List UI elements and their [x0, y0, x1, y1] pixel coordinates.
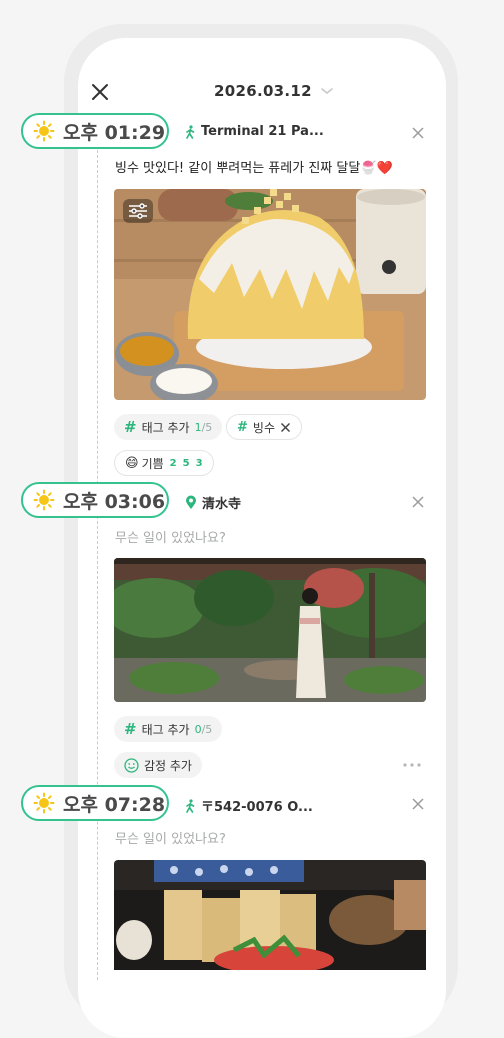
entry-text[interactable]: 빙수 맛있다! 같이 뿌려먹는 퓨레가 진짜 달달🍧❤️: [115, 157, 393, 176]
sun-icon: [33, 120, 55, 142]
chevron-down-icon: [321, 88, 333, 95]
date-selector[interactable]: 2026.03.12: [214, 82, 334, 100]
time-badge[interactable]: 오후 03:06: [21, 482, 169, 518]
temple-garden-photo: [114, 558, 426, 702]
time-badge[interactable]: 오후 07:28: [21, 785, 169, 821]
emotion-count: 3: [195, 457, 203, 469]
remove-tag-icon[interactable]: [280, 422, 291, 433]
add-emotion-label: 감정 추가: [144, 758, 192, 773]
location-label[interactable]: 清水寺: [185, 493, 241, 512]
tag-chip[interactable]: # 빙수: [226, 414, 302, 440]
time-label: 오후 07:28: [63, 793, 166, 816]
time-label: 오후 01:29: [63, 121, 166, 144]
delete-entry-icon[interactable]: [411, 495, 425, 509]
entry-text-placeholder[interactable]: 무슨 일이 있었나요?: [115, 527, 226, 546]
hash-icon: #: [124, 418, 137, 436]
close-icon[interactable]: [90, 82, 110, 102]
location-label[interactable]: Terminal 21 Pa...: [185, 124, 324, 139]
location-text: 清水寺: [202, 497, 242, 512]
location-text: 〒542-0076 O...: [201, 800, 313, 815]
add-tag-label: 태그 추가: [141, 420, 190, 435]
emotion-face-icon: 😄: [125, 455, 139, 471]
sun-icon: [33, 489, 55, 511]
emotion-count: 5: [182, 457, 190, 469]
time-badge[interactable]: 오후 01:29: [21, 113, 169, 149]
location-label[interactable]: 〒542-0076 O...: [185, 796, 313, 815]
tag-count: 0: [194, 723, 202, 736]
map-pin-icon: [186, 495, 196, 509]
walking-person-icon: [186, 124, 195, 139]
food-bento-photo: [114, 860, 426, 970]
smile-icon: [124, 757, 139, 773]
entry-photo[interactable]: [114, 860, 426, 970]
add-tag-button[interactable]: # 태그 추가 0/5: [114, 716, 223, 742]
hash-icon: #: [124, 720, 137, 738]
tag-max: /5: [201, 421, 213, 434]
emotion-count: 2: [169, 457, 177, 469]
more-options-icon[interactable]: [402, 762, 422, 768]
delete-entry-icon[interactable]: [411, 126, 425, 140]
location-text: Terminal 21 Pa...: [201, 124, 324, 139]
time-label: 오후 03:06: [63, 490, 166, 513]
entry-text-placeholder[interactable]: 무슨 일이 있었나요?: [115, 828, 226, 847]
entry-photo[interactable]: [114, 558, 426, 702]
add-emotion-button[interactable]: 감정 추가: [114, 752, 202, 778]
sun-icon: [33, 792, 55, 814]
emotion-label: 기쁨: [141, 456, 164, 471]
entry-photo[interactable]: [114, 189, 426, 400]
bingsu-photo: [114, 189, 426, 400]
tag-label: 빙수: [252, 420, 275, 435]
date-label: 2026.03.12: [214, 82, 312, 100]
hash-icon: #: [237, 419, 248, 435]
emotion-chip[interactable]: 😄 기쁨 2 5 3: [114, 450, 214, 476]
timeline-line: [97, 150, 98, 980]
add-tag-label: 태그 추가: [141, 722, 190, 737]
add-tag-button[interactable]: # 태그 추가 1/5: [114, 414, 223, 440]
walking-person-icon: [186, 798, 195, 813]
tag-max: /5: [201, 723, 213, 736]
adjust-icon: [129, 203, 147, 219]
delete-entry-icon[interactable]: [411, 797, 425, 811]
tag-count: 1: [194, 421, 202, 434]
